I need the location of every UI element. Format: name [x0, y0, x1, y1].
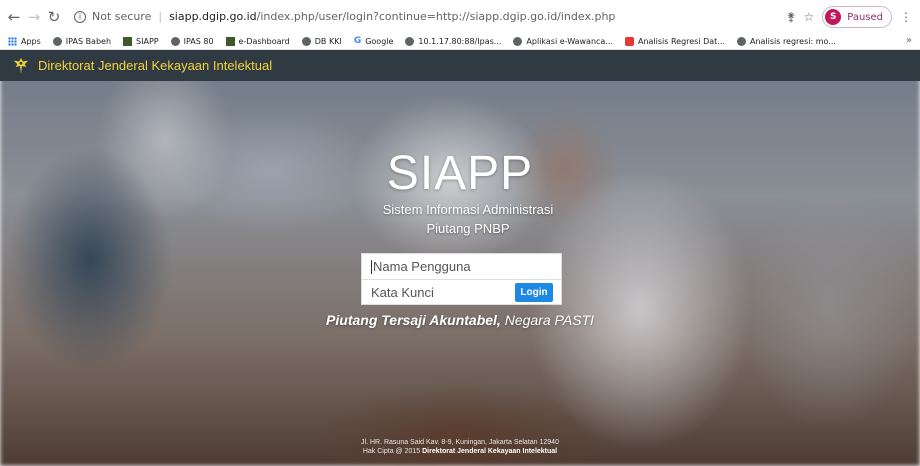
url-field[interactable]: i Not secure | siapp.dgip.go.id/index.ph… [74, 10, 615, 23]
username-field[interactable]: Nama Pengguna [362, 254, 561, 279]
footer-copyright: Hak Cipta @ 2015 Direktorat Jenderal Kek… [0, 447, 920, 456]
globe-icon [52, 36, 62, 46]
tagline: Piutang Tersaji Akuntabel, Negara PASTI [0, 312, 920, 328]
globe-icon [301, 36, 311, 46]
bookmark-label: Analisis Regresi Dat... [637, 36, 725, 46]
forward-arrow-icon[interactable]: → [24, 7, 44, 27]
profile-button[interactable]: S Paused [822, 6, 892, 28]
site-icon [123, 36, 133, 46]
nav-controls: ← → ↻ [0, 7, 64, 27]
menu-kebab-icon[interactable]: ⋮ [900, 10, 912, 24]
more-bookmarks-icon[interactable]: » [906, 35, 912, 46]
globe-icon [170, 36, 180, 46]
bookmark-ipas-ip[interactable]: 10.1.17.80:88/Ipas... [405, 36, 502, 46]
copyright-org: Direktorat Jenderal Kekayaan Intelektual [422, 448, 558, 455]
bookmark-label: 10.1.17.80:88/Ipas... [418, 36, 502, 46]
bookmark-google[interactable]: G Google [354, 36, 394, 46]
url-separator: | [158, 10, 163, 23]
apps-icon [8, 36, 17, 46]
info-icon[interactable]: i [74, 10, 86, 23]
bookmark-e-dashboard[interactable]: e-Dashboard [225, 36, 290, 46]
login-form: Nama Pengguna Kata Kunci Login [361, 253, 562, 305]
site-header: Direktorat Jenderal Kekayaan Intelektual [0, 50, 920, 81]
bookmark-apps[interactable]: Apps [8, 36, 41, 46]
tagline-part2: Negara PASTI [504, 312, 594, 328]
key-icon[interactable]: ⚵ [787, 10, 796, 24]
username-placeholder: Nama Pengguna [373, 259, 471, 274]
back-arrow-icon[interactable]: ← [4, 7, 24, 27]
bookmarks-bar: Apps IPAS Babeh SIAPP IPAS 80 e-Dashboar… [0, 33, 920, 50]
bookmark-label: e-Dashboard [238, 36, 290, 46]
security-label: Not secure [92, 10, 152, 23]
bookmark-e-wawancara[interactable]: Aplikasi e-Wawanca... [513, 36, 613, 46]
bookmark-label: Aplikasi e-Wawanca... [526, 36, 613, 46]
bookmark-label: SIAPP [136, 36, 159, 46]
globe-icon [513, 36, 523, 46]
google-icon: G [353, 36, 362, 46]
bookmark-siapp[interactable]: SIAPP [123, 36, 159, 46]
url-domain: siapp.dgip.go.id [169, 10, 257, 23]
bookmark-label: Analisis regresi: mo... [749, 36, 836, 46]
toolbar-right: ⚵ ☆ S Paused ⋮ [787, 6, 912, 28]
bookmark-label: Google [365, 36, 394, 46]
reload-icon[interactable]: ↻ [44, 7, 64, 27]
footer: Jl. HR. Rasuna Said Kav. 8-9, Kuningan, … [0, 438, 920, 456]
bookmark-label: DB KKI [314, 36, 342, 46]
bookmark-db-kki[interactable]: DB KKI [301, 36, 342, 46]
globe-icon [736, 36, 746, 46]
text-cursor [371, 259, 372, 274]
profile-avatar: S [825, 9, 842, 25]
bookmark-ipas-babeh[interactable]: IPAS Babeh [52, 36, 112, 46]
app-title: SIAPP [386, 147, 534, 200]
bookmark-analisis-regresi-dat[interactable]: Analisis Regresi Dat... [624, 36, 725, 46]
login-button[interactable]: Login [515, 283, 553, 302]
bookmark-label: Apps [21, 36, 41, 46]
footer-address: Jl. HR. Rasuna Said Kav. 8-9, Kuningan, … [361, 439, 559, 446]
app-subtitle-line1: Sistem Informasi Administrasi [382, 202, 554, 217]
app-subtitle-line2: Piutang PNBP [426, 221, 510, 236]
globe-icon [405, 36, 415, 46]
bookmark-label: IPAS Babeh [65, 36, 112, 46]
profile-status: Paused [847, 11, 883, 23]
star-icon[interactable]: ☆ [803, 10, 814, 24]
password-placeholder: Kata Kunci [371, 284, 434, 300]
bookmark-label: IPAS 80 [183, 36, 214, 46]
header-title[interactable]: Direktorat Jenderal Kekayaan Intelektual [38, 58, 272, 73]
password-field[interactable]: Kata Kunci Login [362, 279, 561, 304]
bookmark-analisis-regresi-mo[interactable]: Analisis regresi: mo... [736, 36, 836, 46]
login-page: Direktorat Jenderal Kekayaan Intelektual… [0, 50, 920, 466]
youtube-icon [624, 36, 634, 46]
bookmark-ipas-80[interactable]: IPAS 80 [170, 36, 214, 46]
garuda-logo-icon [13, 57, 29, 74]
url-path: /index.php/user/login?continue=http://si… [256, 10, 616, 23]
copyright-prefix: Hak Cipta @ 2015 [362, 448, 421, 455]
tagline-part1: Piutang Tersaji Akuntabel, [326, 312, 501, 328]
site-icon [225, 36, 235, 46]
browser-address-bar: ← → ↻ i Not secure | siapp.dgip.go.id/in… [0, 0, 920, 33]
